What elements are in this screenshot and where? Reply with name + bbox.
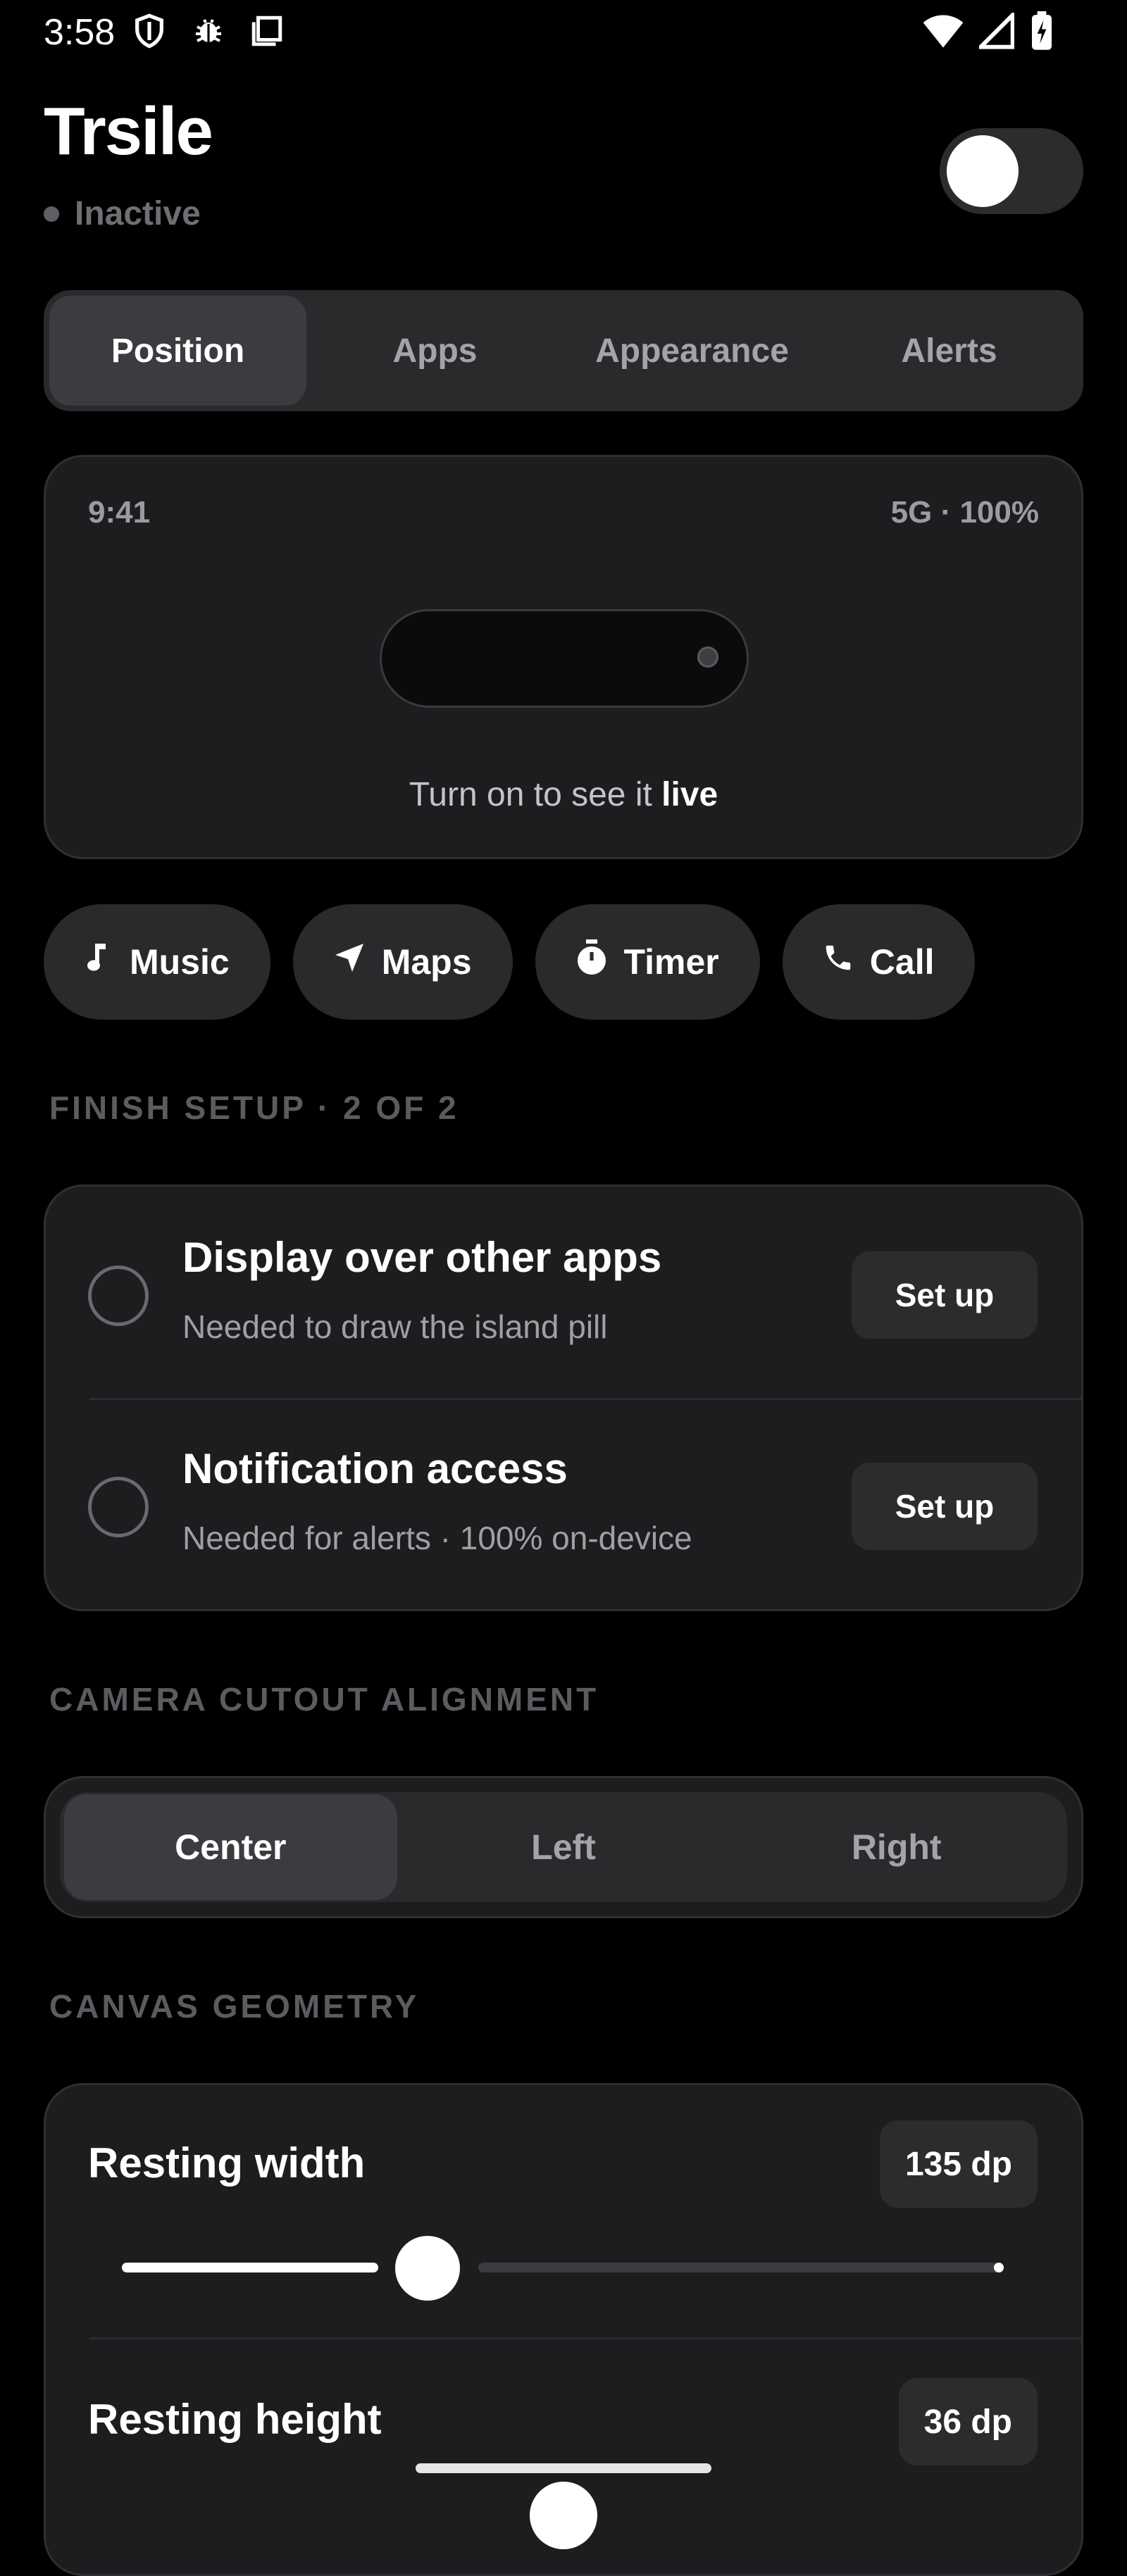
demo-chips: Music Maps Timer Call xyxy=(44,904,976,1020)
wifi-icon xyxy=(923,13,964,53)
music-note-icon xyxy=(83,941,114,983)
preview-hint-text: Turn on to see it xyxy=(409,776,662,813)
chip-label: Maps xyxy=(381,942,472,982)
alignment-left[interactable]: Left xyxy=(397,1794,730,1900)
resting-height-value[interactable]: 36 dp xyxy=(898,2378,1038,2465)
bug-icon xyxy=(192,14,225,51)
resting-width-slider-active-track[interactable] xyxy=(122,2263,378,2272)
battery-charging-icon xyxy=(1030,11,1054,54)
set-up-button[interactable]: Set up xyxy=(852,1463,1038,1550)
tab-bar: Position Apps Appearance Alerts xyxy=(44,290,1083,411)
signal-icon xyxy=(976,10,1015,53)
preview-status: 5G · 100% xyxy=(890,495,1039,530)
chip-label: Call xyxy=(869,942,935,982)
camera-dot-icon xyxy=(697,646,718,668)
preview-hint-emphasis: live xyxy=(661,776,718,813)
chip-timer[interactable]: Timer xyxy=(535,904,760,1020)
shield-icon xyxy=(131,13,168,53)
alignment-right[interactable]: Right xyxy=(730,1794,1063,1900)
status-dot-icon xyxy=(44,206,59,222)
service-status: Inactive xyxy=(44,194,201,233)
alignment-options: Center Left Right xyxy=(60,1792,1067,1902)
tab-alerts[interactable]: Alerts xyxy=(821,296,1078,406)
tab-appearance[interactable]: Appearance xyxy=(564,296,821,406)
alignment-segmented-control: Center Left Right xyxy=(44,1776,1083,1918)
geometry-section-header: CANVAS GEOMETRY xyxy=(49,1988,420,2025)
set-up-button[interactable]: Set up xyxy=(852,1251,1038,1339)
setup-item-subtitle: Needed for alerts · 100% on-device xyxy=(182,1520,692,1556)
status-bar-time: 3:58 xyxy=(44,12,116,53)
tab-position[interactable]: Position xyxy=(49,296,306,406)
island-preview: 9:41 5G · 100% Turn on to see it live xyxy=(44,455,1083,859)
gesture-nav-handle[interactable] xyxy=(416,2463,711,2473)
resting-width-label: Resting width xyxy=(88,2139,366,2187)
chip-maps[interactable]: Maps xyxy=(292,904,513,1020)
chip-music[interactable]: Music xyxy=(44,904,270,1020)
status-bar-left-icons xyxy=(131,13,285,53)
alignment-section-header: CAMERA CUTOUT ALIGNMENT xyxy=(49,1681,599,1718)
resting-width-slider-track[interactable] xyxy=(478,2263,1000,2272)
stopwatch-icon xyxy=(575,939,609,984)
tab-apps[interactable]: Apps xyxy=(306,296,564,406)
preview-time: 9:41 xyxy=(88,495,151,530)
navigation-arrow-icon xyxy=(332,941,366,983)
setup-section-header: FINISH SETUP · 2 OF 2 xyxy=(49,1089,459,1126)
setup-item-title: Notification access xyxy=(182,1445,568,1492)
island-pill xyxy=(380,609,749,708)
divider xyxy=(89,2337,1081,2339)
radio-unchecked-icon[interactable] xyxy=(88,1265,149,1326)
preview-hint: Turn on to see it live xyxy=(46,775,1081,814)
status-bar-right-icons xyxy=(923,10,1054,54)
toggle-knob xyxy=(947,135,1019,207)
resting-height-slider-thumb[interactable] xyxy=(530,2482,597,2549)
resting-width-value[interactable]: 135 dp xyxy=(879,2120,1038,2208)
chip-label: Timer xyxy=(623,942,719,982)
phone-icon xyxy=(822,942,854,982)
radio-unchecked-icon[interactable] xyxy=(88,1477,149,1537)
resting-height-label: Resting height xyxy=(88,2396,382,2443)
setup-item-notifications: Notification access Needed for alerts · … xyxy=(46,1398,1081,1609)
setup-item-subtitle: Needed to draw the island pill xyxy=(182,1308,608,1345)
alignment-center[interactable]: Center xyxy=(64,1794,397,1900)
setup-item-title: Display over other apps xyxy=(182,1234,662,1281)
app-title: Trsile xyxy=(44,94,213,169)
chip-label: Music xyxy=(130,942,230,982)
setup-card: Display over other apps Needed to draw t… xyxy=(44,1184,1083,1611)
setup-item-overlay: Display over other apps Needed to draw t… xyxy=(46,1187,1081,1398)
square-icon xyxy=(249,13,285,52)
status-text: Inactive xyxy=(75,195,201,232)
resting-width-slider-thumb[interactable] xyxy=(395,2236,460,2301)
enable-toggle[interactable] xyxy=(940,128,1083,214)
chip-call[interactable]: Call xyxy=(782,904,976,1020)
slider-end-dot xyxy=(994,2263,1004,2272)
